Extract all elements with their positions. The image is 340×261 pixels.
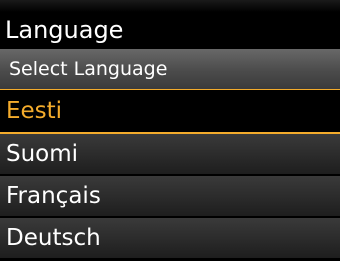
select-language-header: Select Language xyxy=(0,49,340,89)
page-title: Language xyxy=(0,12,340,49)
language-screen: Language Select Language Eesti Suomi Fra… xyxy=(0,0,340,261)
language-option-deutsch[interactable]: Deutsch xyxy=(0,218,340,260)
language-option-suomi[interactable]: Suomi xyxy=(0,134,340,176)
top-strip xyxy=(0,0,340,12)
language-option-eesti[interactable]: Eesti xyxy=(0,89,340,134)
language-option-francais[interactable]: Français xyxy=(0,176,340,218)
